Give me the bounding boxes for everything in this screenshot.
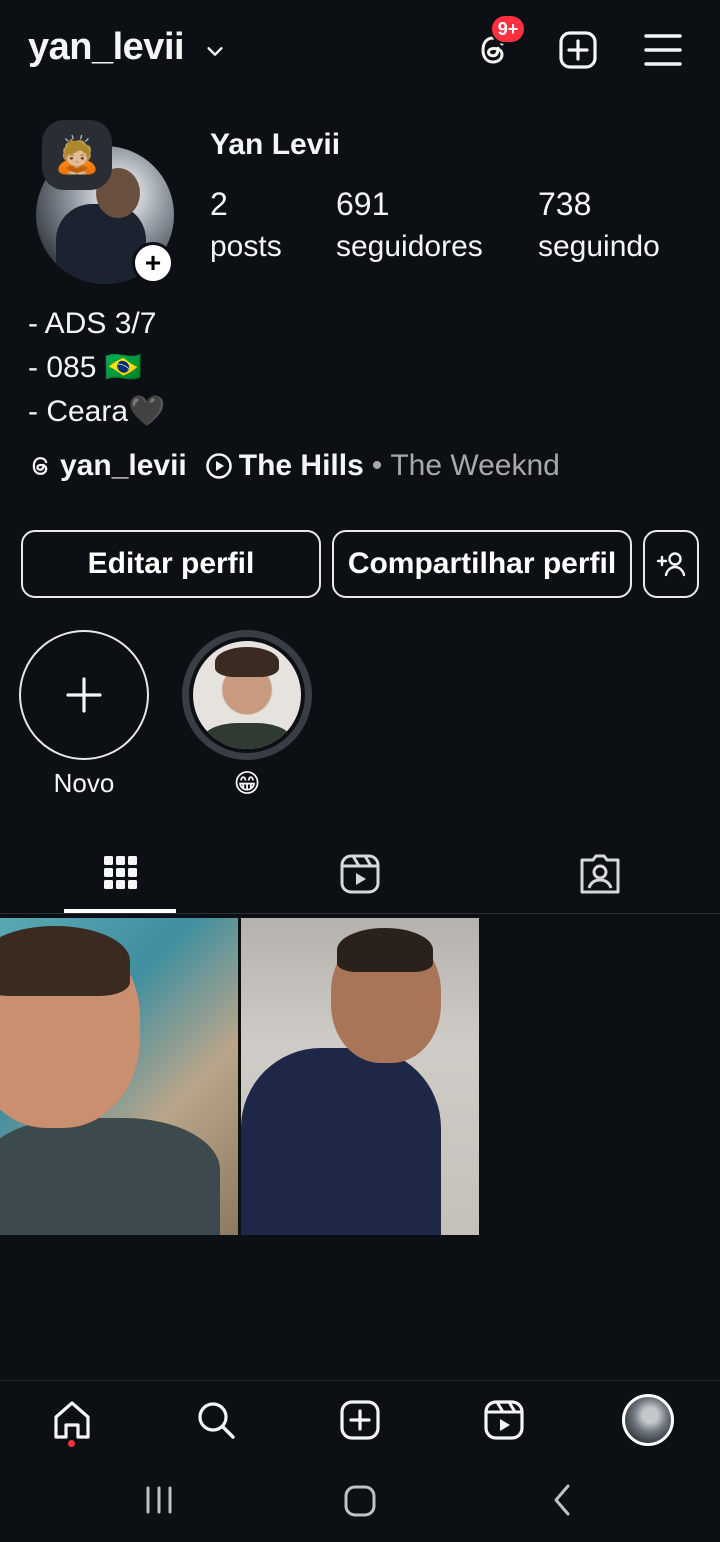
chevron-down-icon[interactable] xyxy=(204,40,226,62)
stat-followers-value: 691 xyxy=(336,186,390,222)
tab-tagged[interactable] xyxy=(576,850,624,898)
highlight-story[interactable] xyxy=(182,630,312,760)
stat-posts[interactable]: 2 posts xyxy=(210,186,282,272)
reels-icon xyxy=(340,854,380,894)
create-post-icon[interactable] xyxy=(338,1398,382,1442)
add-story-plus-icon[interactable]: + xyxy=(132,242,174,284)
recent-apps-icon[interactable] xyxy=(144,1480,174,1520)
profile-song-artist[interactable]: The Weeknd xyxy=(390,449,560,483)
stat-following-label: seguindo xyxy=(538,230,660,263)
note-emoji: 🙇🏼 xyxy=(54,134,100,175)
stat-followers-label: seguidores xyxy=(336,230,483,263)
profile-username[interactable]: yan_levii xyxy=(28,26,185,69)
bio-line: - ADS 3/7 xyxy=(28,307,157,340)
search-icon[interactable] xyxy=(194,1398,238,1442)
profile-nav-avatar[interactable] xyxy=(622,1394,674,1446)
threads-small-icon xyxy=(28,453,54,479)
tagged-person-icon xyxy=(580,854,620,894)
grid-icon xyxy=(104,856,137,889)
plus-icon xyxy=(66,677,102,713)
highlight-label-new: Novo xyxy=(53,768,115,798)
reels-nav-icon[interactable] xyxy=(482,1398,526,1442)
new-post-icon[interactable] xyxy=(558,30,598,70)
bio-line: - Ceara🖤 xyxy=(28,395,166,428)
menu-icon[interactable] xyxy=(644,32,682,68)
stat-posts-value: 2 xyxy=(210,186,228,222)
new-highlight-button[interactable] xyxy=(19,630,149,760)
bio-line: - 085 🇧🇷 xyxy=(28,351,143,384)
tab-reels[interactable] xyxy=(336,850,384,898)
tab-divider xyxy=(0,913,720,914)
stat-followers[interactable]: 691 seguidores xyxy=(336,186,483,272)
profile-full-name: Yan Levii xyxy=(210,128,341,161)
notification-badge: 9+ xyxy=(490,14,526,44)
highlight-thumbnail xyxy=(189,637,305,753)
threads-handle-link[interactable]: yan_levii xyxy=(60,449,187,483)
edit-profile-button[interactable]: Editar perfil xyxy=(21,530,321,598)
home-system-icon[interactable] xyxy=(342,1480,378,1520)
back-icon[interactable] xyxy=(548,1480,578,1520)
discover-people-button[interactable] xyxy=(643,530,699,598)
music-play-icon xyxy=(205,452,233,480)
stat-following-value: 738 xyxy=(538,186,592,222)
profile-note[interactable]: 🙇🏼 xyxy=(42,120,112,190)
song-separator: • xyxy=(371,449,383,482)
highlight-label-emoji: 😁 xyxy=(233,768,261,798)
grid-post[interactable] xyxy=(0,918,238,1235)
home-notification-dot xyxy=(68,1440,75,1447)
profile-links: yan_levii The Hills • The Weeknd xyxy=(28,446,560,486)
tab-posts-grid[interactable] xyxy=(96,850,144,898)
bottom-nav-divider xyxy=(0,1380,720,1381)
add-person-icon xyxy=(655,550,687,578)
profile-bio: - ADS 3/7 - 085 🇧🇷 - Ceara🖤 xyxy=(28,302,165,434)
stat-posts-label: posts xyxy=(210,230,282,263)
stat-following[interactable]: 738 seguindo xyxy=(538,186,660,272)
profile-song-title[interactable]: The Hills xyxy=(239,449,364,483)
grid-post[interactable] xyxy=(241,918,479,1235)
home-icon[interactable] xyxy=(50,1398,94,1442)
share-profile-button[interactable]: Compartilhar perfil xyxy=(332,530,632,598)
